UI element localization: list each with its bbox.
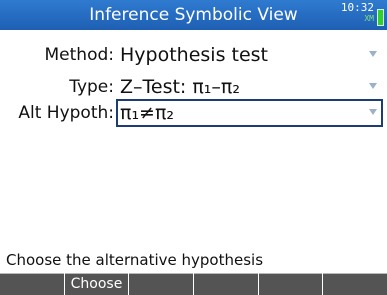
type-field[interactable]: Z–Test: π₁–π₂ <box>116 73 383 101</box>
alt-hypoth-value: π₁≠π₂ <box>120 102 175 124</box>
dropdown-arrow-icon <box>369 51 377 57</box>
menu-key-6[interactable] <box>323 273 387 295</box>
type-label: Type: <box>69 77 114 97</box>
dropdown-arrow-icon <box>369 109 377 115</box>
menu-key-4[interactable] <box>194 273 258 295</box>
battery-icon <box>377 9 384 26</box>
type-value: Z–Test: π₁–π₂ <box>120 76 240 98</box>
method-field[interactable]: Hypothesis test <box>116 41 383 69</box>
menu-key-1[interactable] <box>0 273 64 295</box>
page-title: Inference Symbolic View <box>89 5 298 25</box>
type-row: Type: Z–Test: π₁–π₂ <box>0 73 387 101</box>
method-value: Hypothesis test <box>120 44 269 66</box>
help-text: Choose the alternative hypothesis <box>6 251 264 269</box>
clock: 10:32 <box>340 1 374 14</box>
dropdown-arrow-icon <box>369 83 377 89</box>
alt-hypoth-row: Alt Hypoth: π₁≠π₂ <box>0 99 387 127</box>
choose-button[interactable]: Choose <box>64 273 129 295</box>
alt-hypoth-label: Alt Hypoth: <box>18 103 114 123</box>
title-bar: Inference Symbolic View 10:32 XM <box>0 0 387 30</box>
method-row: Method: Hypothesis test <box>0 41 387 69</box>
alt-hypoth-field[interactable]: π₁≠π₂ <box>116 99 383 127</box>
menu-key-5[interactable] <box>258 273 323 295</box>
method-label: Method: <box>44 45 115 65</box>
menu-bar: Choose <box>0 273 387 295</box>
menu-key-3[interactable] <box>129 273 194 295</box>
status-flags: XM <box>364 14 374 23</box>
